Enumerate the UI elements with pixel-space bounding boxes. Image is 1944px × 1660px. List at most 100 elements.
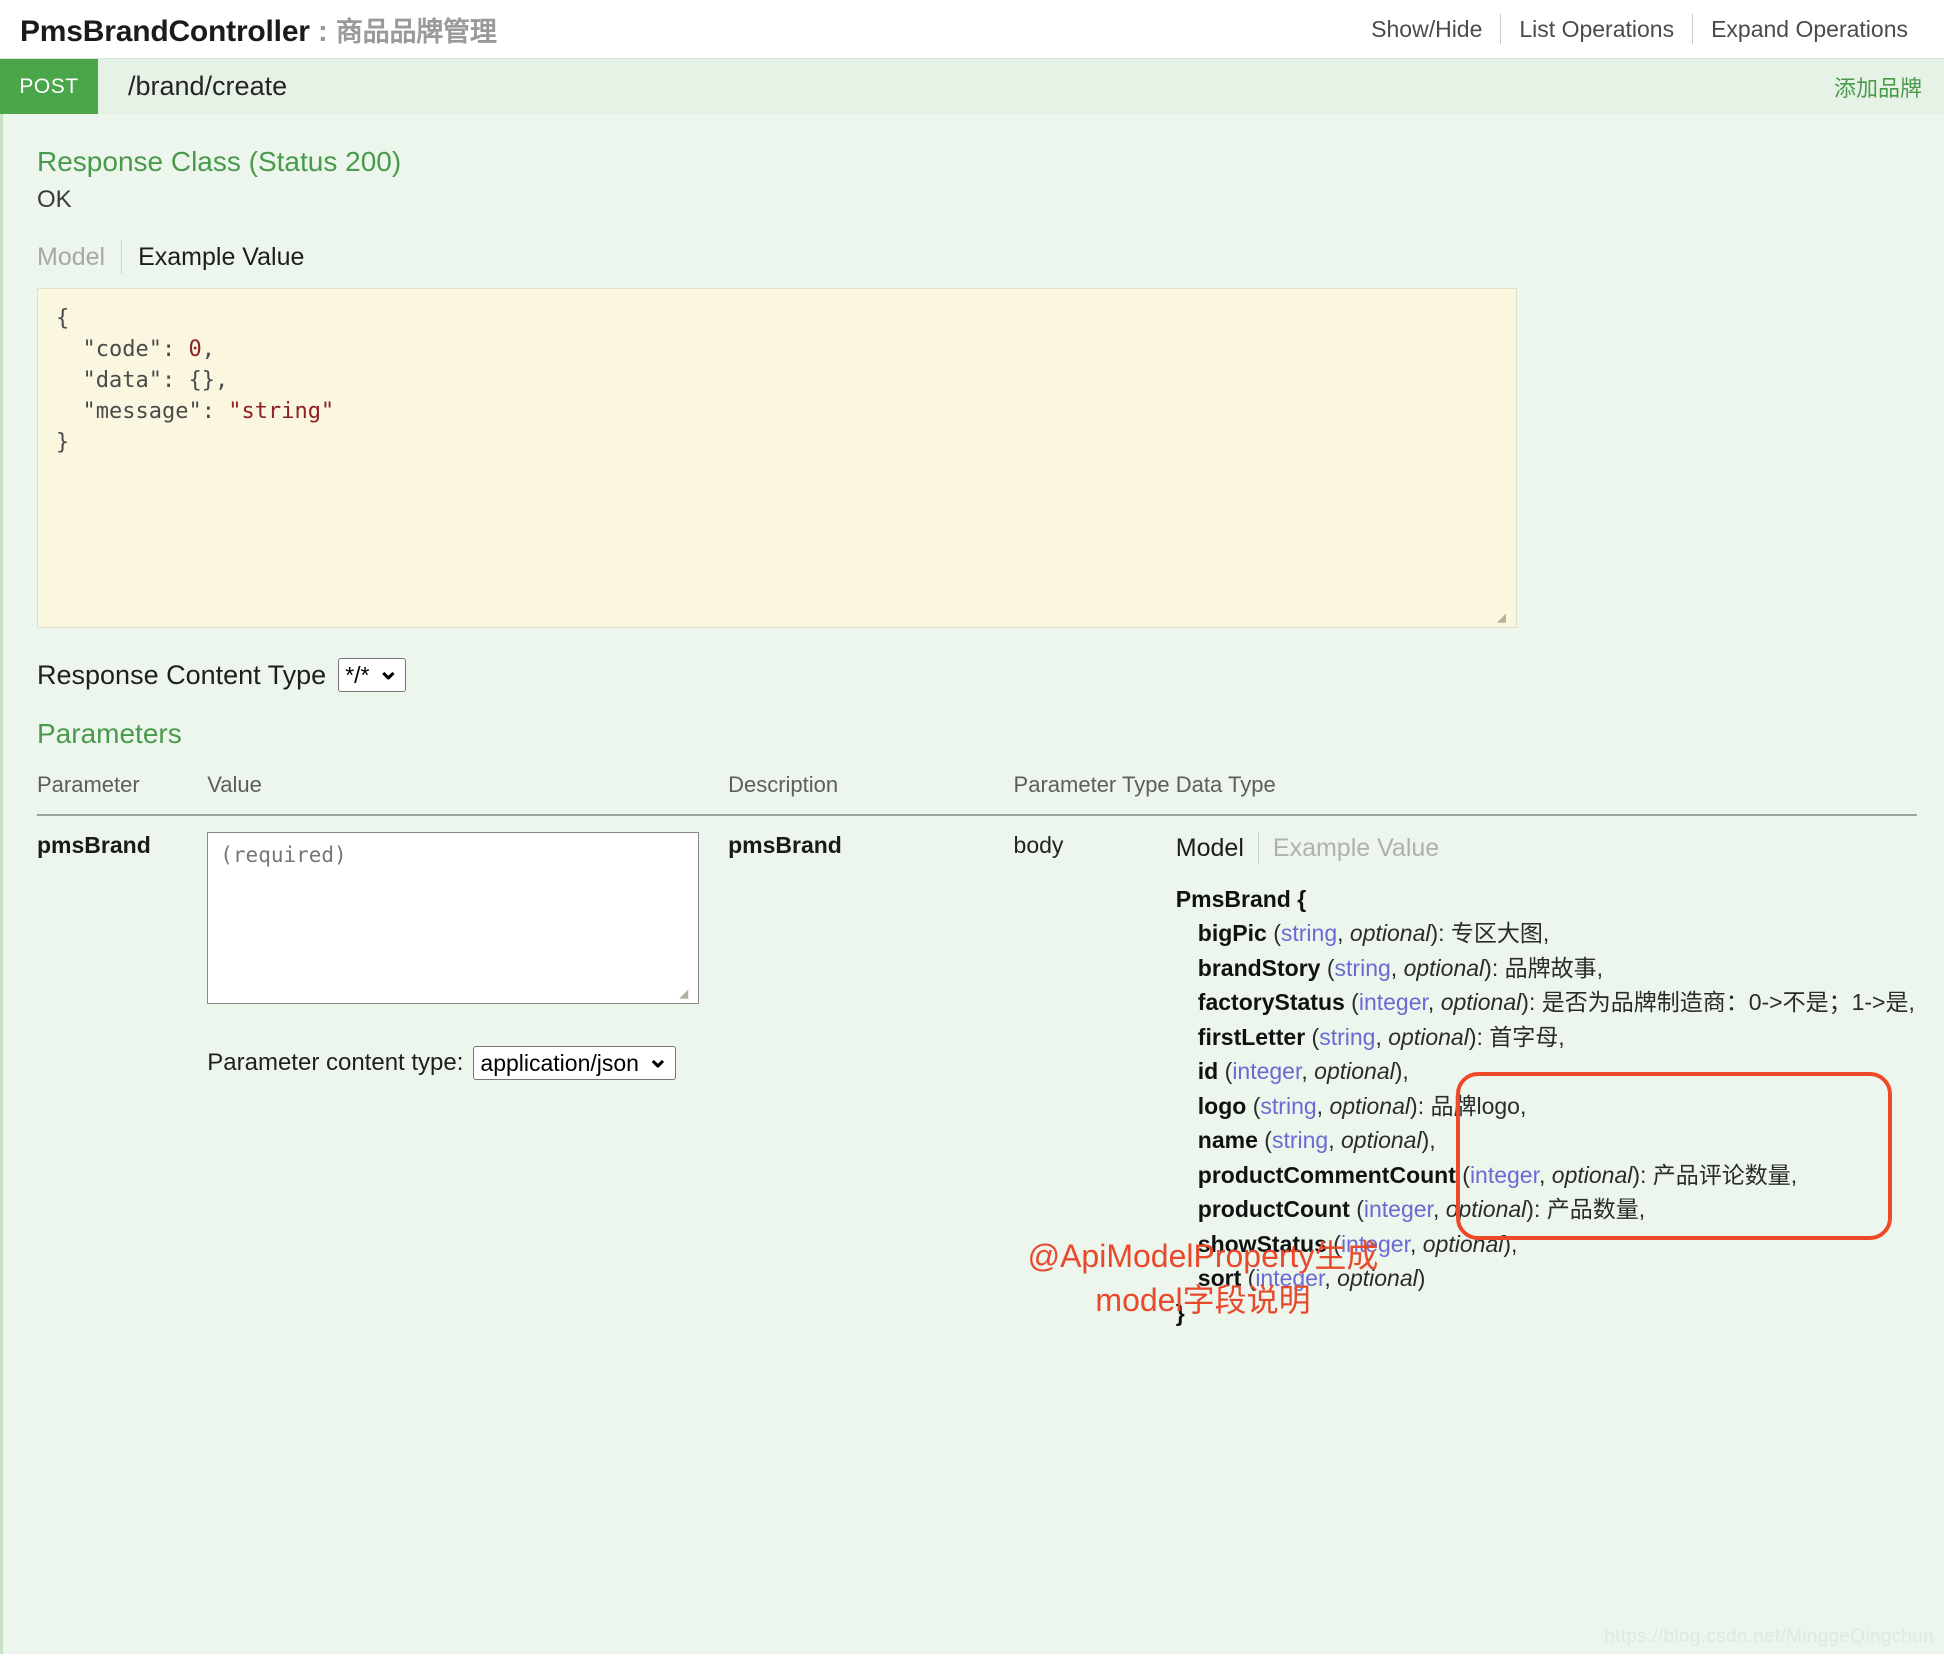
parameter-content-type-label: Parameter content type: — [207, 1049, 464, 1076]
api-header: PmsBrandController : 商品品牌管理 Show/Hide Li… — [0, 0, 1944, 58]
model-field-type: integer — [1363, 1196, 1433, 1222]
model-field-optional: optional — [1329, 1092, 1411, 1119]
model-field-name: name — [1197, 1127, 1258, 1153]
model-field-description: : 是否为品牌制造商：0->不是；1->是, — [1528, 989, 1915, 1015]
model-field-description: : 产品数量, — [1533, 1196, 1646, 1222]
model-field-optional: optional — [1349, 920, 1431, 946]
model-field-description: : 品牌logo, — [1417, 1092, 1527, 1119]
model-field: id (integer, optional), — [1197, 1058, 1409, 1084]
operation-bar[interactable]: POST /brand/create 添加品牌 — [0, 58, 1944, 115]
model-field-description: : 品牌故事, — [1491, 954, 1603, 981]
model-field-name: bigPic — [1197, 920, 1267, 946]
resize-grip-icon[interactable]: ◢ — [679, 985, 695, 1001]
model-field-optional: optional — [1314, 1058, 1395, 1084]
model-field-description: , — [1402, 1058, 1409, 1084]
column-header-parameter-type: Parameter Type — [1013, 764, 1176, 816]
parameter-name: pmsBrand — [37, 832, 151, 858]
chevron-down-icon: ⌄ — [646, 1043, 669, 1073]
column-header-parameter: Parameter — [37, 764, 208, 816]
model-field-optional: optional — [1551, 1161, 1633, 1188]
model-field: name (string, optional), — [1197, 1127, 1436, 1153]
tab-example-value[interactable]: Example Value — [1259, 834, 1439, 863]
cell-parameter-name: pmsBrand — [37, 815, 207, 1330]
model-field-optional: optional — [1388, 1023, 1469, 1050]
annotation-line-1: @ApiModelProperty生成 — [1027, 1238, 1379, 1274]
model-field: logo (string, optional): 品牌logo, — [1197, 1092, 1527, 1119]
list-operations-link[interactable]: List Operations — [1501, 16, 1692, 43]
json-value: 0 — [188, 337, 202, 362]
cell-parameter-value: (required) ◢ Parameter content type: app… — [207, 815, 728, 1330]
model-field: firstLetter (string, optional): 首字母, — [1197, 1023, 1565, 1050]
resize-grip-icon[interactable]: ◢ — [1497, 609, 1513, 625]
annotation-line-2: model字段说明 — [1095, 1282, 1311, 1318]
model-field-name: firstLetter — [1197, 1023, 1306, 1050]
response-class-title: Response Class (Status 200) — [37, 146, 402, 177]
title-separator: : — [309, 14, 336, 48]
json-comma: , — [214, 368, 229, 393]
response-content-type-select[interactable]: */* ⌄ — [338, 655, 407, 692]
parameter-content-type-row: Parameter content type: application/json… — [207, 1043, 728, 1080]
response-content-type-value: */* — [345, 661, 370, 688]
model-field-type: integer — [1232, 1058, 1302, 1084]
parameter-value-textarea[interactable]: (required) ◢ — [207, 832, 700, 1004]
model-field-optional: optional — [1445, 1196, 1527, 1222]
column-header-description: Description — [728, 764, 1014, 816]
operation-path[interactable]: /brand/create — [128, 71, 287, 102]
tab-model[interactable]: Model — [37, 243, 121, 272]
swagger-page: PmsBrandController : 商品品牌管理 Show/Hide Li… — [0, 0, 1944, 1660]
model-field-description: : 产品评论数量, — [1640, 1161, 1798, 1188]
annotation-text: @ApiModelProperty生成 model字段说明 — [968, 1234, 1438, 1322]
controller-name-cn: 商品品牌管理 — [335, 16, 497, 47]
model-field-name: productCount — [1197, 1196, 1350, 1222]
chevron-down-icon: ⌄ — [377, 655, 400, 685]
controller-name: PmsBrandController — [20, 14, 310, 48]
example-value-code: { "code": 0, "data": {}, "message": "str… — [37, 288, 1517, 628]
parameter-value-placeholder: (required) — [220, 843, 347, 867]
parameter-type: body — [1013, 832, 1064, 858]
model-field-type: string — [1334, 954, 1391, 981]
expand-operations-link[interactable]: Expand Operations — [1693, 16, 1926, 43]
json-key: "message" — [82, 399, 202, 424]
json-value: {} — [188, 368, 215, 393]
column-header-value: Value — [207, 764, 729, 816]
model-field-description: : 首字母, — [1476, 1023, 1565, 1050]
model-field-description: , — [1511, 1230, 1518, 1257]
model-field-optional: optional — [1440, 989, 1522, 1015]
model-field-description: : 专区大图, — [1438, 920, 1550, 946]
parameter-content-type-value: application/json — [480, 1049, 639, 1076]
parameters-title: Parameters — [37, 718, 182, 749]
response-content-type-row: Response Content Type */* ⌄ — [37, 655, 1944, 692]
json-value: "string" — [228, 399, 335, 424]
parameter-content-type-select[interactable]: application/json ⌄ — [473, 1043, 676, 1080]
parameter-description: pmsBrand — [728, 832, 842, 858]
column-header-data-type: Data Type — [1175, 764, 1917, 816]
model-field-name: logo — [1197, 1092, 1247, 1119]
response-content-type-label: Response Content Type — [37, 659, 327, 690]
tab-example-value[interactable]: Example Value — [122, 243, 304, 272]
model-field-type: string — [1271, 1127, 1329, 1153]
show-hide-link[interactable]: Show/Hide — [1353, 16, 1500, 43]
watermark: https://blog.csdn.net/MinggeQingchun — [1604, 1626, 1934, 1647]
page-title: PmsBrandController : 商品品牌管理 — [20, 10, 497, 49]
model-field-type: string — [1260, 1092, 1317, 1119]
model-signature: PmsBrand { — [1175, 886, 1307, 912]
header-links: Show/Hide List Operations Expand Operati… — [1353, 14, 1926, 44]
model-field: productCommentCount (integer, optional):… — [1197, 1161, 1798, 1188]
operation-body: Response Class (Status 200) OK Model Exa… — [0, 114, 1944, 1654]
json-key: "code" — [82, 337, 162, 362]
json-key: "data" — [82, 368, 162, 393]
tab-model[interactable]: Model — [1176, 834, 1258, 863]
operation-summary: 添加品牌 — [1833, 75, 1922, 101]
response-status-text: OK — [37, 186, 72, 213]
model-field: factoryStatus (integer, optional): 是否为品牌… — [1197, 989, 1915, 1015]
model-field-description: , — [1429, 1127, 1436, 1153]
model-field-name: brandStory — [1197, 954, 1321, 981]
data-type-tabs: Model Example Value — [1176, 832, 1917, 864]
response-class-tabs: Model Example Value — [37, 240, 1944, 274]
model-field-type: string — [1319, 1023, 1376, 1050]
json-comma: , — [201, 337, 215, 362]
model-field-type: integer — [1469, 1161, 1539, 1188]
model-field-optional: optional — [1403, 954, 1485, 981]
model-field-name: factoryStatus — [1197, 989, 1345, 1015]
model-field: productCount (integer, optional): 产品数量, — [1197, 1196, 1646, 1222]
